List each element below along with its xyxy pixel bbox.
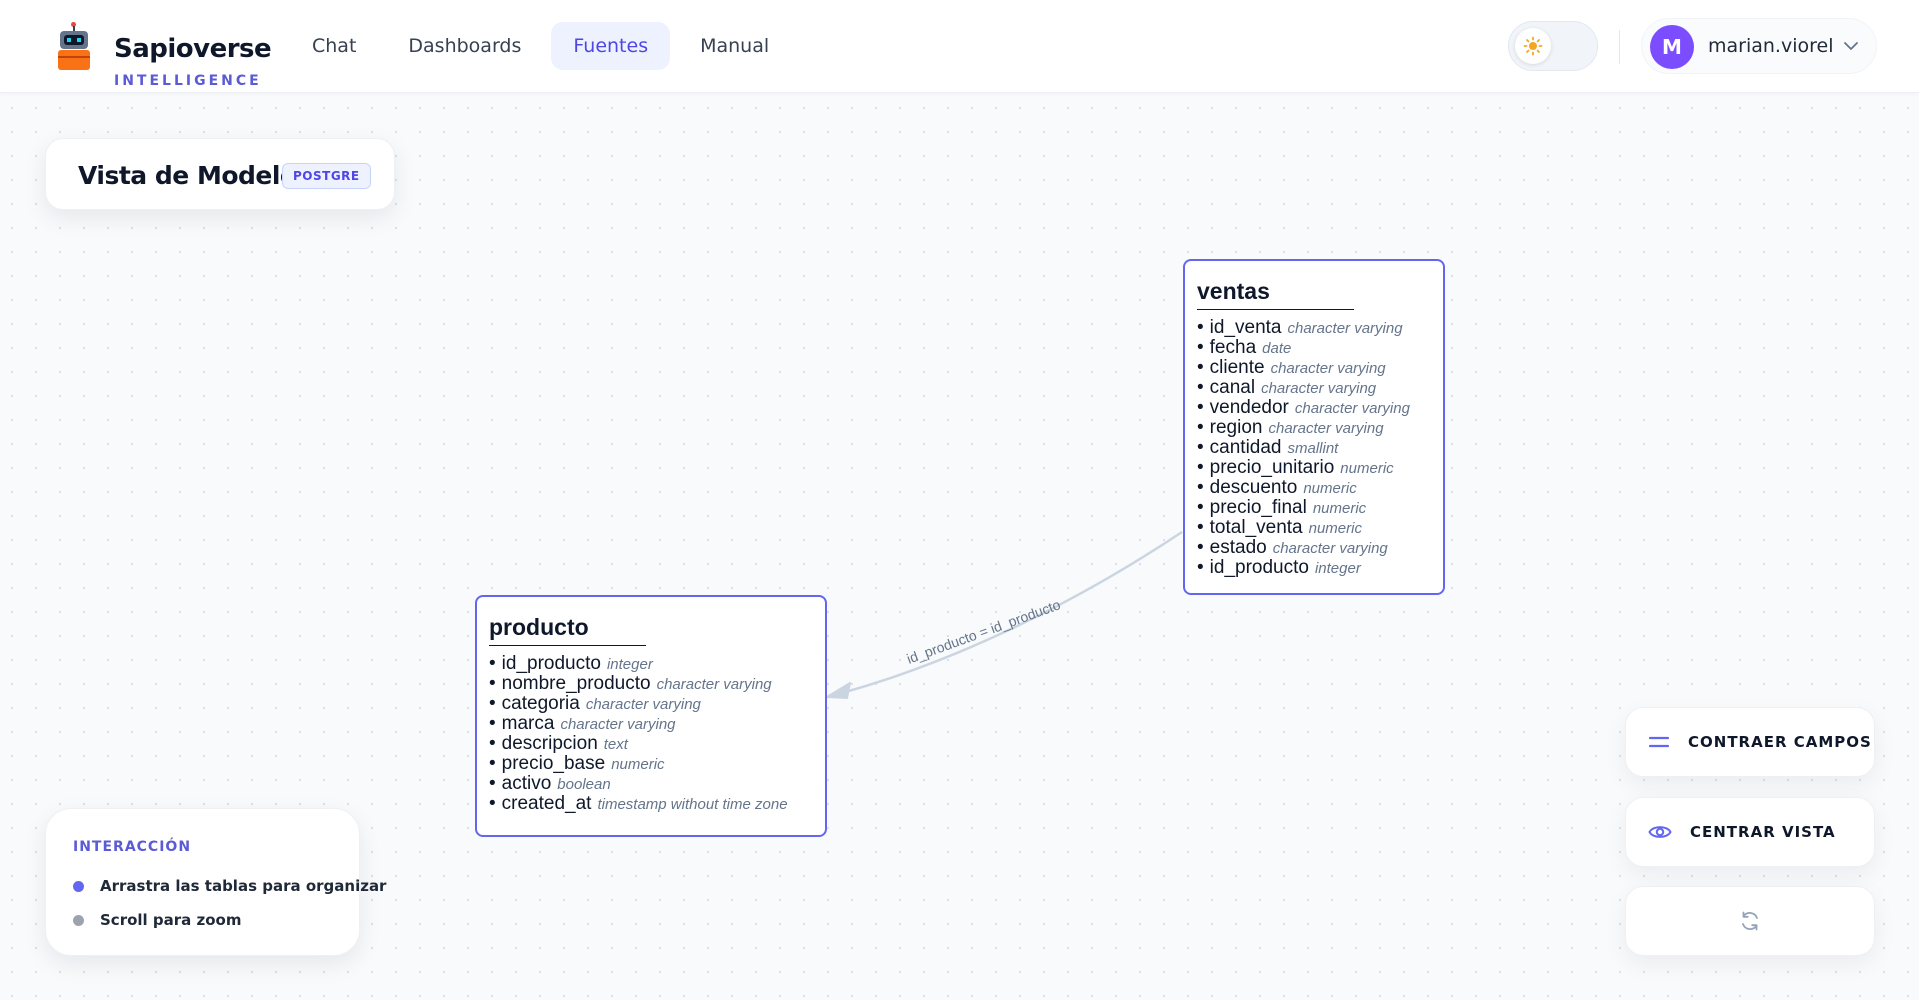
relation-line [841, 530, 1183, 695]
refresh-icon [1742, 911, 1758, 931]
table-name-divider [489, 645, 646, 646]
legend-heading: INTERACCIÓN [73, 839, 192, 855]
table-name: ventas [1197, 278, 1270, 304]
field-row: • categoria character varying [489, 693, 701, 714]
table-name-divider [1197, 309, 1354, 310]
table-name: producto [489, 614, 589, 640]
legend-dot [73, 914, 84, 926]
center-view-label: CENTRAR VISTA [1690, 823, 1836, 841]
field-row: • marca character varying [489, 713, 676, 734]
field-row: • created_at timestamp without time zone [489, 793, 788, 814]
field-list: • id_venta character varying • fecha date • c… [1197, 318, 1431, 578]
eye-icon [1648, 826, 1672, 838]
field-row: • precio_unitario numeric [1197, 457, 1394, 478]
center-view-button[interactable]: CENTRAR VISTA [1625, 797, 1875, 867]
top-navbar: Sapioverse INTELLIGENCE Chat Dashboards … [0, 0, 1919, 93]
legend-item: Scroll para zoom [73, 911, 241, 929]
nav-item-fuentes[interactable]: Fuentes [551, 22, 671, 70]
chevron-down-icon [1844, 42, 1858, 50]
collapse-fields-button[interactable]: CONTRAER CAMPOS [1625, 707, 1875, 777]
header-divider [1619, 30, 1620, 64]
page-title: Vista de Modelo [78, 161, 297, 190]
field-row: • canal character varying [1197, 377, 1377, 398]
theme-toggle[interactable] [1508, 21, 1598, 71]
avatar: M [1650, 25, 1694, 69]
brand-name: Sapioverse [114, 34, 272, 64]
field-row: • precio_final numeric [1197, 497, 1367, 518]
theme-toggle-knob [1515, 28, 1551, 64]
field-row: • fecha date [1197, 337, 1292, 358]
field-row: • activo boolean [489, 773, 611, 794]
field-row: • vendedor character varying [1197, 397, 1410, 418]
field-row: • region character varying [1197, 417, 1384, 438]
field-row: • id_venta character varying [1197, 317, 1403, 338]
field-row: • precio_base numeric [489, 753, 665, 774]
field-row: • descuento numeric [1197, 477, 1357, 498]
refresh-button[interactable] [1625, 886, 1875, 956]
username: marian.viorel [1708, 35, 1834, 57]
collapse-lines-icon [1648, 736, 1670, 748]
nav-item-dashboards[interactable]: Dashboards [386, 22, 543, 70]
nav-item-manual[interactable]: Manual [678, 22, 791, 70]
table-ventas[interactable]: ventas • id_venta character varying • fecha… [1183, 259, 1445, 595]
field-row: • id_producto integer [489, 653, 653, 674]
field-row: • cantidad smallint [1197, 437, 1339, 458]
brand-subtitle: INTELLIGENCE [114, 73, 262, 89]
model-view-card: Vista de Modelo POSTGRE [45, 138, 395, 210]
legend-item: Arrastra las tablas para organizar [73, 877, 386, 895]
field-row: • estado character varying [1197, 537, 1388, 558]
collapse-fields-label: CONTRAER CAMPOS [1688, 733, 1872, 751]
relation-arrow-icon [826, 682, 851, 699]
robot-logo-icon [58, 22, 90, 70]
user-menu[interactable]: M marian.viorel [1641, 18, 1877, 74]
field-row: • descripcion text [489, 733, 628, 754]
legend-dot [73, 880, 84, 892]
main-nav: Chat Dashboards Fuentes Manual [290, 22, 791, 70]
field-list: • id_producto integer • nombre_producto char… [489, 654, 813, 814]
table-producto[interactable]: producto • id_producto integer • nombre_pro… [475, 595, 827, 837]
field-row: • nombre_producto character varying [489, 673, 772, 694]
nav-item-chat[interactable]: Chat [290, 22, 378, 70]
relation-label: id_producto = id_producto [905, 596, 1063, 667]
field-row: • id_producto integer [1197, 557, 1361, 578]
field-row: • total_venta numeric [1197, 517, 1362, 538]
sun-icon [1523, 36, 1543, 56]
field-row: • cliente character varying [1197, 357, 1386, 378]
interaction-legend: INTERACCIÓN Arrastra las tablas para org… [45, 808, 386, 956]
db-type-badge: POSTGRE [282, 163, 371, 189]
